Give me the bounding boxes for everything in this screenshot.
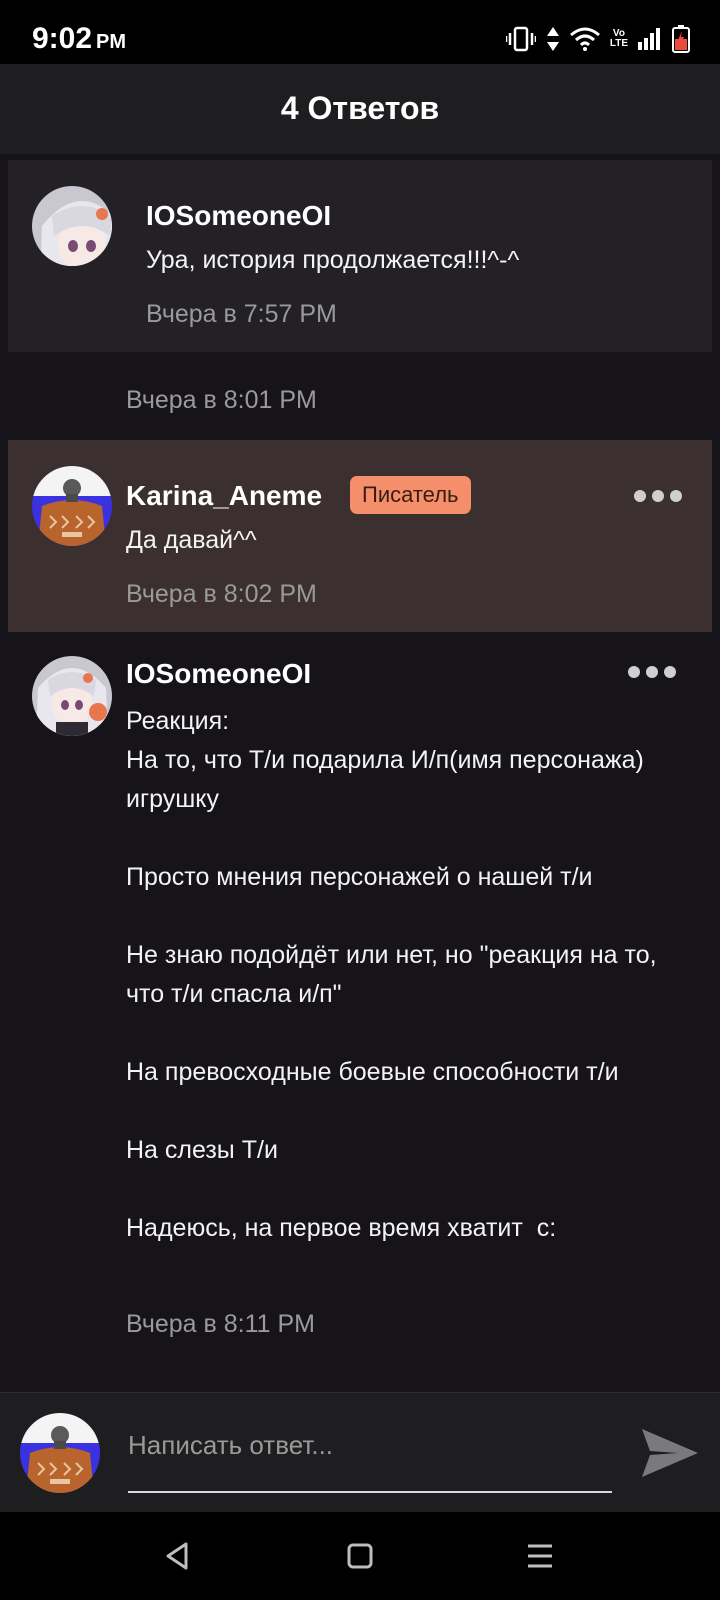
volte-icon: Vo LTE — [610, 29, 628, 49]
sweater-avatar-icon — [32, 466, 112, 546]
send-icon[interactable] — [640, 1425, 700, 1481]
anime-avatar-icon — [32, 656, 112, 736]
comment-time: Вчера в 8:01 PM — [126, 386, 317, 414]
battery-icon — [672, 25, 690, 53]
comment-author[interactable]: IOSomeoneOI — [146, 200, 331, 232]
status-time-ampm: PM — [96, 31, 127, 53]
comment-time: Вчера в 7:57 PM — [146, 300, 337, 328]
home-icon[interactable] — [340, 1536, 380, 1576]
comment-time: Вчера в 8:11 PM — [126, 1310, 316, 1338]
vibrate-icon — [505, 26, 536, 52]
signal-icon — [638, 28, 660, 50]
replies-header: 4 Ответов — [0, 64, 720, 154]
highlighted-comment[interactable]: Karina_Aneme Писатель Да давай^^ Вчера в… — [8, 440, 712, 632]
dot-icon — [664, 666, 676, 678]
dot-icon — [670, 490, 682, 502]
status-time-value: 9:02 — [32, 22, 93, 55]
menu-icon[interactable] — [520, 1536, 560, 1576]
status-bar: 9:02 PM Vo LTE — [0, 0, 720, 64]
pinned-comment[interactable]: IOSomeoneOI Ура, история продолжается!!!… — [8, 160, 712, 352]
avatar[interactable] — [32, 186, 112, 266]
dot-icon — [628, 666, 640, 678]
writer-badge: Писатель — [350, 476, 471, 514]
page-title: 4 Ответов — [280, 90, 440, 126]
anime-avatar-icon — [32, 186, 112, 266]
system-nav-bar — [0, 1512, 720, 1600]
more-options-button[interactable] — [634, 484, 682, 508]
sweater-avatar-icon — [20, 1413, 100, 1493]
reply-bar — [0, 1392, 720, 1512]
dot-icon — [646, 666, 658, 678]
comment-text: Да давай^^ — [126, 526, 257, 554]
comment-author[interactable]: IOSomeoneOI — [126, 658, 311, 690]
dot-icon — [634, 490, 646, 502]
avatar[interactable] — [32, 656, 112, 736]
comment-text: Ура, история продолжается!!!^-^ — [146, 246, 520, 274]
comment-author[interactable]: Karina_Aneme — [126, 480, 322, 512]
comment-time: Вчера в 8:02 PM — [126, 580, 317, 608]
avatar[interactable] — [32, 466, 112, 546]
comment-item[interactable]: IOSomeoneOI Реакция: На то, что Т/и пода… — [0, 640, 720, 1380]
status-icons: Vo LTE — [505, 24, 690, 54]
current-user-avatar — [20, 1413, 100, 1493]
volte-bottom-label: LTE — [609, 38, 628, 49]
data-arrows-icon — [546, 27, 559, 51]
dot-icon — [652, 490, 664, 502]
wifi-icon — [569, 27, 600, 51]
reply-input-underline — [128, 1491, 612, 1493]
back-icon[interactable] — [158, 1536, 198, 1576]
more-options-button[interactable] — [628, 660, 676, 684]
status-time: 9:02 PM — [32, 22, 126, 56]
reply-input[interactable] — [128, 1423, 612, 1467]
comment-text: Реакция: На то, что Т/и подарила И/п(имя… — [126, 707, 657, 1242]
